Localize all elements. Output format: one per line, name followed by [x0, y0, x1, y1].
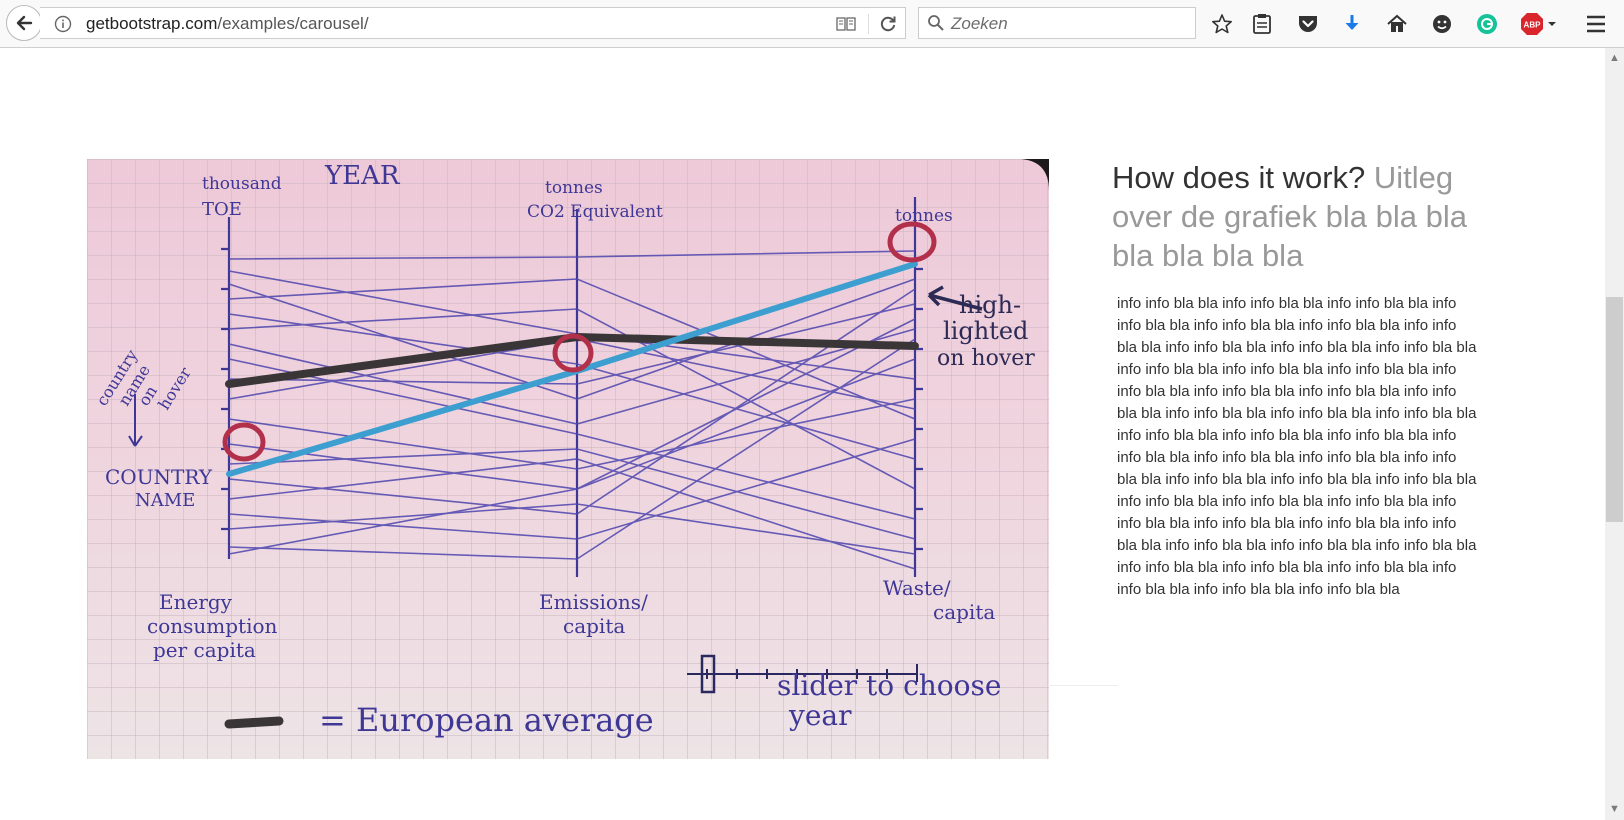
country-name-line2: NAME: [135, 490, 195, 511]
axis3-unit: tonnes: [895, 206, 953, 226]
axis2-label-line2: capita: [563, 614, 625, 638]
abp-label: ABP: [1524, 21, 1542, 30]
reading-list-icon[interactable]: [1249, 11, 1275, 37]
highlight-note-line1: high-: [959, 291, 1021, 319]
featurette-divider: [1050, 685, 1118, 686]
adblock-plus-icon[interactable]: ABP: [1520, 11, 1560, 37]
highlight-note-line3: on hover: [937, 346, 1035, 371]
axis1-unit-line1: thousand: [202, 174, 282, 194]
url-divider: [868, 14, 869, 34]
country-name-line1: COUNTRY: [105, 465, 213, 489]
scroll-up-arrow-icon[interactable]: ▲: [1605, 52, 1624, 64]
search-icon: [928, 15, 944, 31]
reader-view-icon[interactable]: [835, 15, 857, 33]
scroll-down-arrow-icon[interactable]: ▼: [1605, 803, 1624, 815]
search-bar[interactable]: Zoeken: [918, 7, 1196, 39]
home-icon[interactable]: [1384, 11, 1410, 37]
axis3-label-line2: capita: [933, 600, 995, 624]
featurette-heading-main: How does it work?: [1112, 160, 1366, 195]
featurette-lead-text: info info bla bla info info bla bla info…: [1117, 295, 1477, 598]
year-label: YEAR: [324, 161, 401, 191]
url-domain: getbootstrap.com: [86, 14, 218, 33]
parallel-coordinates-sketch: thousand TOE YEAR tonnes CO2 Equivalent …: [87, 159, 1049, 759]
slider-caption-line2: year: [788, 699, 852, 732]
browser-toolbar: getbootstrap.com/examples/carousel/ Zoek…: [0, 0, 1624, 48]
axis2-unit-line2: CO2 Equivalent: [527, 202, 663, 222]
legend-caption: = European average: [319, 701, 654, 739]
featurette-image: thousand TOE YEAR tonnes CO2 Equivalent …: [87, 159, 1049, 759]
page-scrollbar-thumb[interactable]: [1606, 297, 1623, 522]
back-button[interactable]: [6, 5, 42, 41]
site-info-icon[interactable]: [54, 15, 72, 33]
axis1-label-line2: consumption: [147, 614, 278, 638]
axis1-label-line3: per capita: [153, 638, 256, 662]
axis2-unit-line1: tonnes: [545, 178, 603, 198]
featurette-heading: How does it work? Uitleg over de grafiek…: [1112, 158, 1492, 275]
slider-caption-line1: slider to choose: [777, 669, 1001, 702]
url-path: /examples/carousel/: [217, 14, 369, 33]
highlight-note-line2: lighted: [943, 317, 1028, 345]
url-bar[interactable]: getbootstrap.com/examples/carousel/: [40, 7, 906, 39]
axis2-label-line1: Emissions/: [539, 590, 648, 614]
axis1-label-line1: Energy: [159, 590, 233, 614]
search-placeholder: Zoeken: [951, 14, 1008, 33]
url-text[interactable]: getbootstrap.com/examples/carousel/: [86, 14, 369, 34]
downloads-icon[interactable]: [1339, 11, 1365, 37]
pocket-icon[interactable]: [1295, 11, 1321, 37]
axis1-unit-line2: TOE: [202, 199, 242, 220]
hamburger-menu-icon[interactable]: [1583, 11, 1609, 37]
grammarly-icon[interactable]: [1474, 11, 1500, 37]
axis3-label-line1: Waste/: [883, 576, 951, 600]
bookmark-star-icon[interactable]: [1209, 11, 1235, 37]
emoji-icon[interactable]: [1429, 11, 1455, 37]
back-arrow-icon: [16, 15, 33, 31]
reload-icon[interactable]: [878, 14, 898, 34]
